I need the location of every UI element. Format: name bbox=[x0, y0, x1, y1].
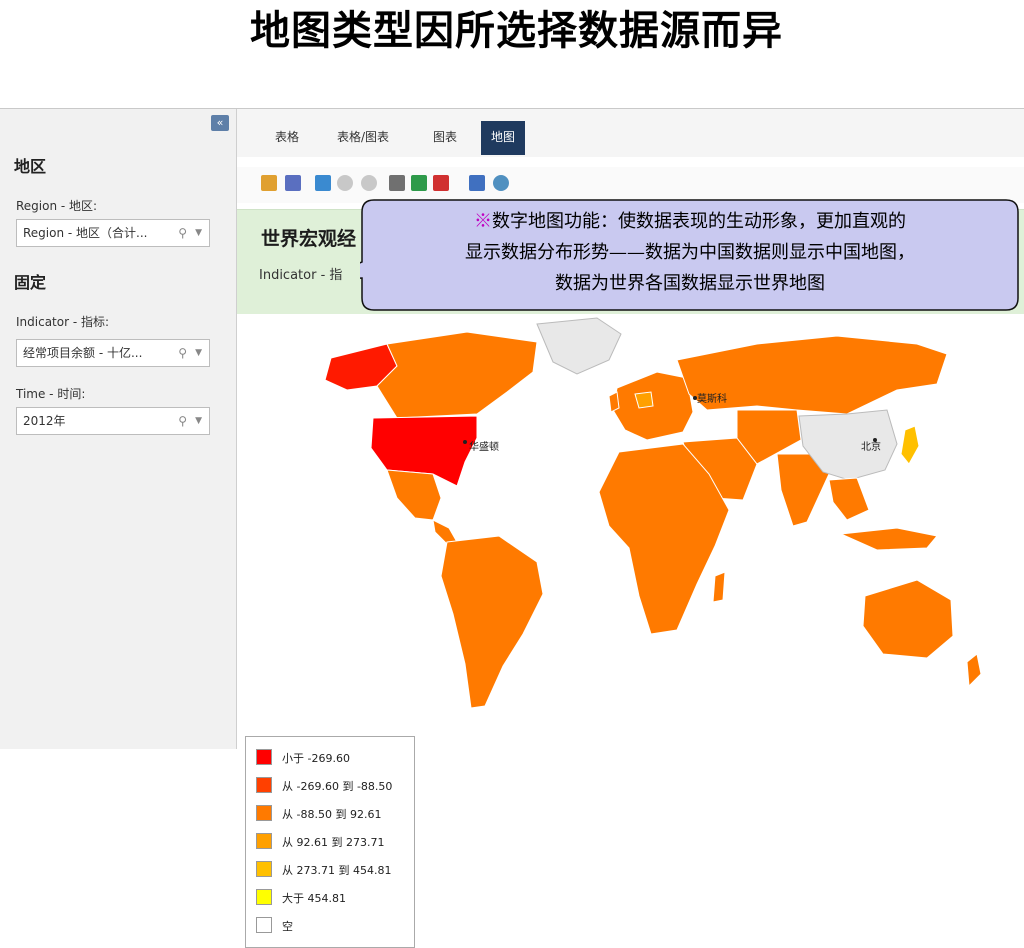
indicator-combo[interactable]: 经常项目余额 - 十亿... ⚲ ▼ bbox=[16, 339, 210, 367]
undo-icon[interactable] bbox=[337, 175, 353, 191]
uk-shape bbox=[608, 391, 620, 413]
legend-swatch bbox=[256, 777, 272, 793]
legend-label: 空 bbox=[282, 920, 293, 933]
legend-label: 从 273.71 到 454.81 bbox=[282, 864, 392, 877]
legend-label: 大于 454.81 bbox=[282, 892, 346, 905]
legend-swatch bbox=[256, 917, 272, 933]
reference-mark: ※ bbox=[474, 211, 492, 232]
callout-line-3: 数据为世界各国数据显示世界地图 bbox=[555, 273, 825, 294]
legend-label: 小于 -269.60 bbox=[282, 752, 350, 765]
view-tabs: 表格 表格/图表 图表 地图 bbox=[237, 109, 1024, 157]
mexico-shape bbox=[386, 469, 442, 521]
chevron-down-icon[interactable]: ▼ bbox=[195, 220, 202, 246]
time-value: 2012年 bbox=[23, 414, 66, 428]
central-america-shape bbox=[432, 519, 458, 545]
greenland-shape bbox=[536, 317, 622, 375]
chart-icon[interactable] bbox=[469, 175, 485, 191]
time-combo[interactable]: 2012年 ⚲ ▼ bbox=[16, 407, 210, 435]
fixed-section-heading: 固定 bbox=[14, 273, 47, 292]
callout-line-1: 数字地图功能：使数据表现的生动形象，更加直观的 bbox=[492, 211, 906, 232]
legend-swatch bbox=[256, 749, 272, 765]
indicator-label: Indicator - 指标: bbox=[16, 315, 110, 329]
legend-label: 从 -269.60 到 -88.50 bbox=[282, 780, 393, 793]
search-icon[interactable]: ⚲ bbox=[178, 340, 187, 366]
japan-shape bbox=[900, 425, 920, 465]
new-zealand-shape bbox=[966, 653, 982, 688]
city-label-moscow: 莫斯科 bbox=[697, 394, 727, 405]
refresh-icon[interactable] bbox=[315, 175, 331, 191]
pdf-icon[interactable] bbox=[433, 175, 449, 191]
report-title: 世界宏观经 bbox=[261, 228, 357, 250]
southeast-asia-shape bbox=[828, 477, 870, 521]
time-label: Time - 时间: bbox=[16, 387, 86, 401]
filter-panel: « 地区 Region - 地区: Region - 地区（合计... ⚲ ▼ … bbox=[0, 109, 237, 749]
australia-shape bbox=[862, 579, 954, 659]
city-label-beijing: 北京 bbox=[861, 442, 881, 453]
world-map-svg[interactable] bbox=[237, 314, 1024, 749]
legend-swatch bbox=[256, 889, 272, 905]
slide-title: 地图类型因所选择数据源而异 bbox=[250, 7, 783, 54]
region-section-heading: 地区 bbox=[14, 157, 47, 176]
callout-line-2: 显示数据分布形势——数据为中国数据则显示中国地图， bbox=[465, 242, 915, 263]
export-icon[interactable] bbox=[261, 175, 277, 191]
globe-icon[interactable] bbox=[493, 175, 509, 191]
region-combo[interactable]: Region - 地区（合计... ⚲ ▼ bbox=[16, 219, 210, 247]
madagascar-shape bbox=[712, 571, 726, 603]
washington-marker bbox=[463, 440, 467, 444]
region-label: Region - 地区: bbox=[16, 199, 98, 213]
legend-label: 从 92.61 到 273.71 bbox=[282, 836, 385, 849]
south-america-shape bbox=[440, 535, 544, 709]
print-icon[interactable] bbox=[389, 175, 405, 191]
callout-text: ※数字地图功能：使数据表现的生动形象，更加直观的 显示数据分布形势——数据为中国… bbox=[362, 206, 1018, 299]
tab-table-chart[interactable]: 表格/图表 bbox=[327, 121, 399, 153]
tab-chart[interactable]: 图表 bbox=[423, 121, 467, 153]
world-map[interactable]: 莫斯科 华盛顿 北京 小于 -269.60 从 -269.60 到 -88.50… bbox=[237, 314, 1024, 948]
search-icon[interactable]: ⚲ bbox=[178, 408, 187, 434]
redo-icon[interactable] bbox=[361, 175, 377, 191]
chevron-down-icon[interactable]: ▼ bbox=[195, 340, 202, 366]
excel-icon[interactable] bbox=[411, 175, 427, 191]
legend-swatch bbox=[256, 861, 272, 877]
canada-shape bbox=[376, 331, 538, 419]
indicator-value: 经常项目余额 - 十亿... bbox=[23, 346, 143, 360]
search-icon[interactable]: ⚲ bbox=[178, 220, 187, 246]
tab-table[interactable]: 表格 bbox=[265, 121, 309, 153]
save-icon[interactable] bbox=[285, 175, 301, 191]
region-value: Region - 地区（合计... bbox=[23, 226, 148, 240]
legend-swatch bbox=[256, 833, 272, 849]
report-indicator: Indicator - 指 bbox=[259, 268, 343, 283]
tab-map[interactable]: 地图 bbox=[481, 121, 526, 155]
collapse-panel-button[interactable]: « bbox=[211, 115, 229, 131]
indonesia-shape bbox=[839, 527, 938, 551]
legend-label: 从 -88.50 到 92.61 bbox=[282, 808, 382, 821]
legend-swatch bbox=[256, 805, 272, 821]
chevron-down-icon[interactable]: ▼ bbox=[195, 408, 202, 434]
city-label-washington: 华盛顿 bbox=[469, 442, 499, 453]
